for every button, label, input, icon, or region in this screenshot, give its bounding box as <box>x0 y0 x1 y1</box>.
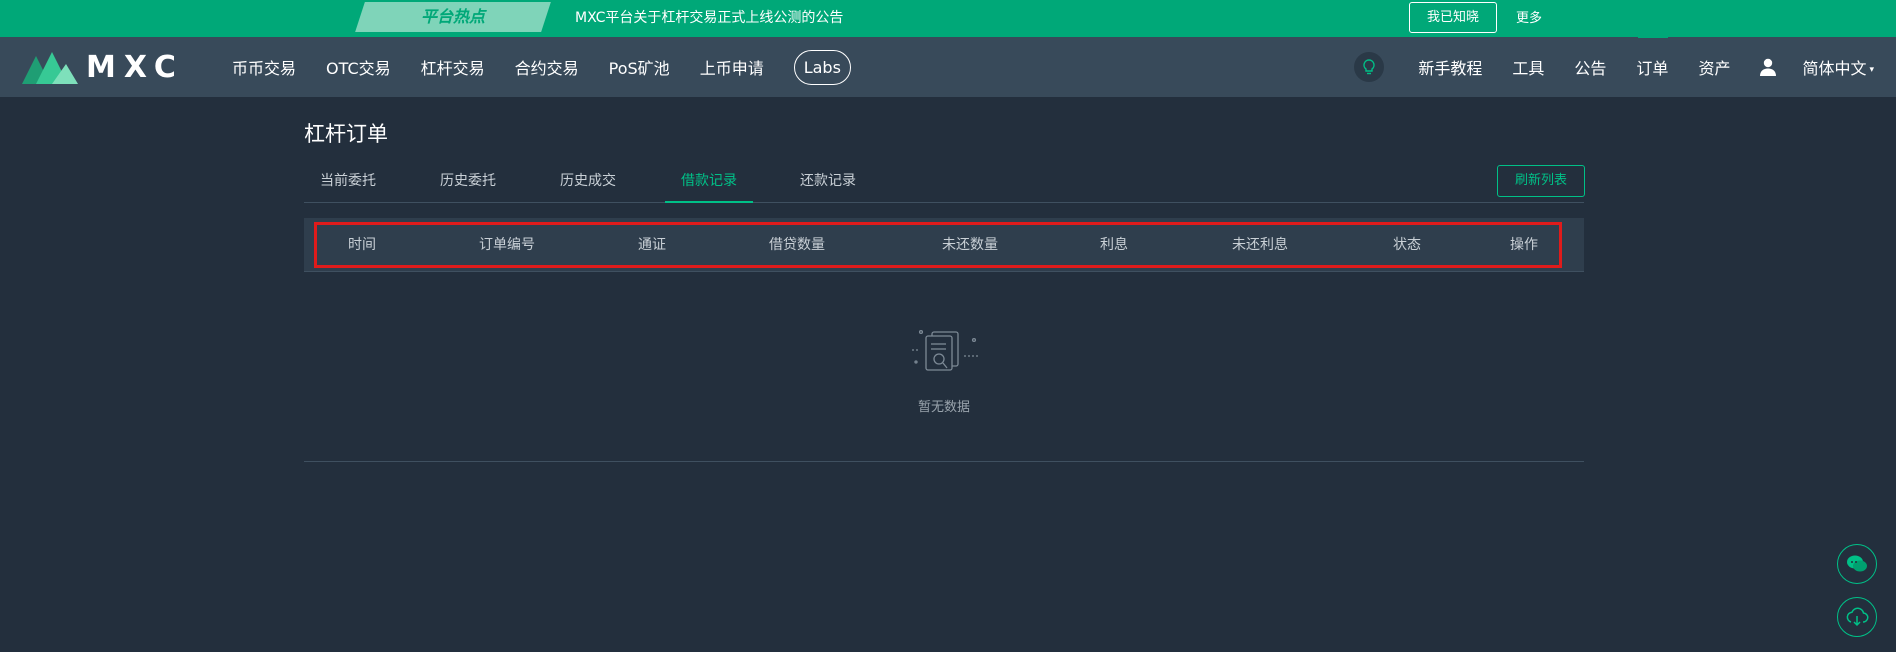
tab-repay-records[interactable]: 还款记录 <box>784 166 872 203</box>
caret-down-icon: ▾ <box>1869 64 1874 75</box>
download-app-button[interactable] <box>1837 597 1877 637</box>
nav-item-margin[interactable]: 杠杆交易 <box>421 55 485 79</box>
column-header-unpaid-interest: 未还利息 <box>1232 237 1288 253</box>
announcement-bar: 平台热点 MXC平台关于杠杆交易正式上线公测的公告 我已知晓 更多 <box>0 0 1896 37</box>
column-header-unpaid-amount: 未还数量 <box>942 237 998 253</box>
page-title: 杠杆订单 <box>304 122 388 146</box>
nav-item-tutorial[interactable]: 新手教程 <box>1418 55 1482 79</box>
table-header: 时间 订单编号 通证 借贷数量 未还数量 利息 未还利息 状态 操作 <box>304 218 1584 272</box>
nav-item-tools[interactable]: 工具 <box>1512 55 1544 79</box>
empty-document-search-icon <box>912 329 978 371</box>
nav-item-spot[interactable]: 币币交易 <box>232 55 296 79</box>
language-selector[interactable]: 简体中文 ▾ <box>1802 55 1874 79</box>
nav-item-pos[interactable]: PoS矿池 <box>609 55 670 79</box>
empty-state: 暂无数据 <box>304 272 1584 462</box>
nav-item-otc[interactable]: OTC交易 <box>326 55 391 79</box>
tab-borrow-records[interactable]: 借款记录 <box>665 166 753 203</box>
column-header-actions: 操作 <box>1510 237 1538 253</box>
column-header-time: 时间 <box>348 237 376 253</box>
cloud-download-icon <box>1846 607 1869 627</box>
column-header-order-id: 订单编号 <box>479 237 535 253</box>
column-header-interest: 利息 <box>1100 237 1128 253</box>
acknowledge-button[interactable]: 我已知晓 <box>1409 2 1497 33</box>
nav-item-labs[interactable]: Labs <box>793 49 851 85</box>
lightbulb-icon[interactable] <box>1354 52 1385 82</box>
announcement-tag: 平台热点 <box>355 2 551 32</box>
refresh-list-button[interactable]: 刷新列表 <box>1497 165 1585 197</box>
nav-item-announcements[interactable]: 公告 <box>1574 55 1606 79</box>
logo[interactable]: MXC <box>22 49 184 85</box>
empty-text: 暂无数据 <box>917 400 970 415</box>
column-header-token: 通证 <box>638 237 666 253</box>
user-icon[interactable] <box>1760 58 1777 76</box>
tab-current-orders[interactable]: 当前委托 <box>304 166 392 203</box>
nav-left-menu: 币币交易 OTC交易 杠杆交易 合约交易 PoS矿池 上币申请 Labs <box>232 37 851 97</box>
main-nav: MXC 币币交易 OTC交易 杠杆交易 合约交易 PoS矿池 上币申请 Labs… <box>0 36 1896 97</box>
logo-mountain-icon <box>22 52 78 84</box>
nav-item-listing[interactable]: 上币申请 <box>700 55 764 79</box>
tab-trade-history[interactable]: 历史成交 <box>544 166 632 203</box>
tab-order-history[interactable]: 历史委托 <box>424 166 512 203</box>
nav-item-contract[interactable]: 合约交易 <box>515 55 579 79</box>
chat-button[interactable] <box>1837 544 1877 584</box>
active-indicator <box>1638 36 1669 38</box>
column-header-borrow-amount: 借贷数量 <box>769 237 825 253</box>
order-tabs: 当前委托 历史委托 历史成交 借款记录 还款记录 <box>304 166 1584 203</box>
more-link[interactable]: 更多 <box>1516 0 1542 37</box>
chat-icon <box>1847 555 1867 572</box>
nav-item-orders-label: 订单 <box>1636 59 1669 78</box>
nav-right-menu: 新手教程 工具 公告 订单 资产 简体中文 ▾ <box>1354 36 1874 97</box>
logo-text: MXC <box>86 49 184 85</box>
nav-item-assets[interactable]: 资产 <box>1698 55 1730 79</box>
announcement-message-link[interactable]: MXC平台关于杠杆交易正式上线公测的公告 <box>575 0 843 37</box>
language-label: 简体中文 <box>1802 59 1867 78</box>
announcement-tag-label: 平台热点 <box>420 7 485 26</box>
nav-item-orders[interactable]: 订单 <box>1636 36 1669 79</box>
column-header-status: 状态 <box>1393 237 1421 253</box>
